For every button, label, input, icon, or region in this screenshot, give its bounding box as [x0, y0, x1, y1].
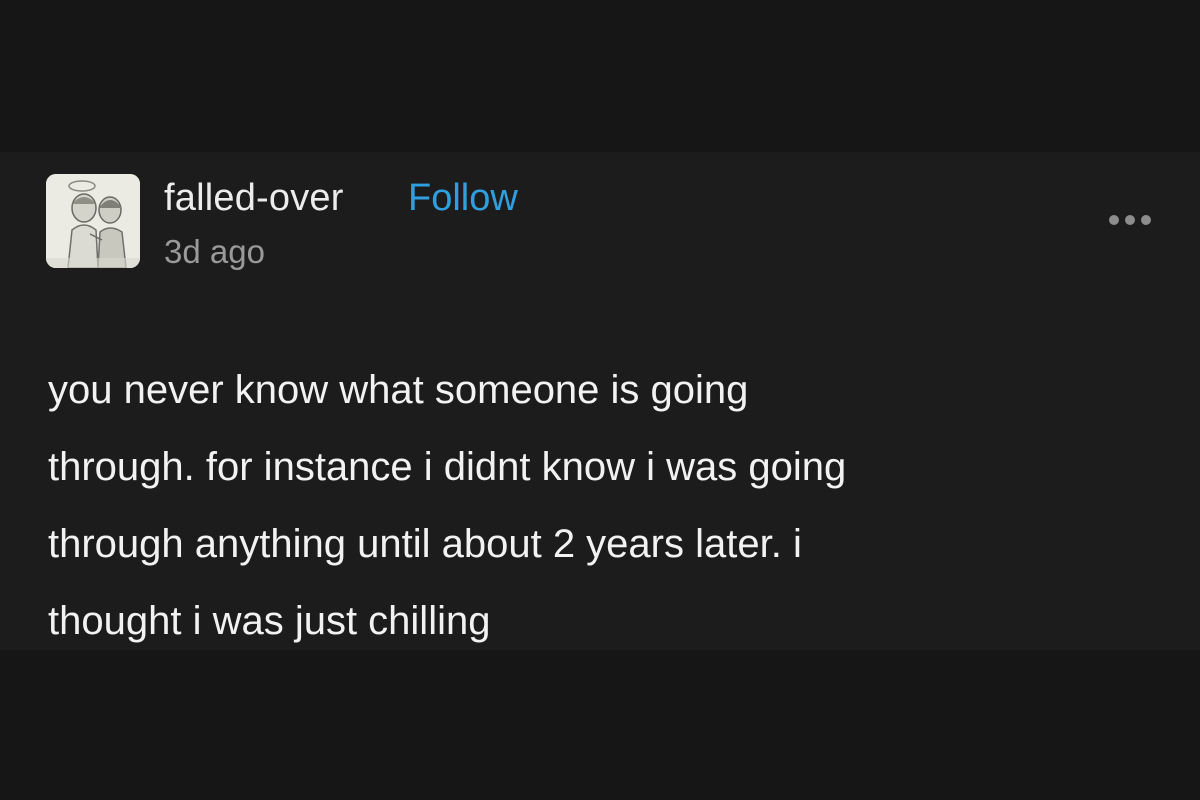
username[interactable]: falled-over — [164, 174, 344, 222]
post-timestamp: 3d ago — [164, 233, 265, 270]
ellipsis-icon — [1109, 215, 1119, 225]
ellipsis-icon — [1141, 215, 1151, 225]
more-options-button[interactable] — [1102, 208, 1158, 232]
avatar-image — [46, 174, 140, 268]
avatar[interactable] — [46, 174, 140, 268]
post-body-text: you never know what someone is going thr… — [48, 368, 847, 643]
screen: falled-over Follow 3d ago you never know… — [0, 0, 1200, 800]
follow-button[interactable]: Follow — [408, 174, 518, 222]
post-card: falled-over Follow 3d ago you never know… — [0, 152, 1200, 650]
ellipsis-icon — [1125, 215, 1135, 225]
